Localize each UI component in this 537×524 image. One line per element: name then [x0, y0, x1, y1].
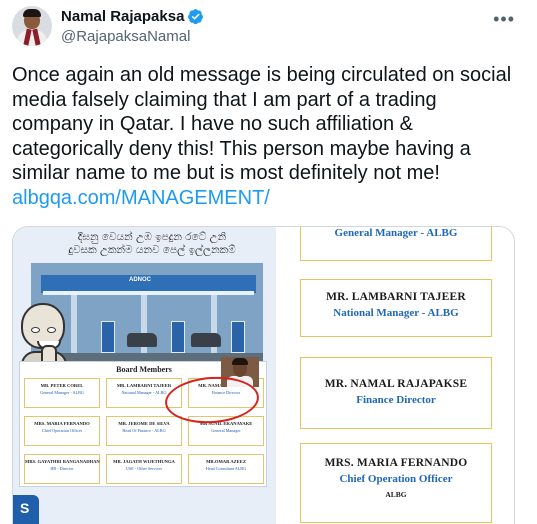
more-options-icon[interactable]: •••	[493, 10, 515, 28]
media-image-left[interactable]: දීඝනු වෙයන් උඹ ඉපදුන රටේ උනි දුවසක උකන්ම…	[13, 227, 276, 524]
management-card: General Manager - ALBG	[300, 227, 492, 261]
author-handle[interactable]: @RajapaksaNamal	[61, 28, 190, 45]
management-card: MR. LAMBARNI TAJEER National Manager - A…	[300, 279, 492, 337]
media-image-right[interactable]: General Manager - ALBG MR. LAMBARNI TAJE…	[278, 227, 514, 524]
station-brand: ADNOC	[129, 277, 151, 283]
verified-badge-icon	[188, 9, 204, 25]
tweet-text: Once again an old message is being circu…	[12, 64, 512, 184]
management-card-role: Finance Director	[356, 394, 436, 406]
management-card-name: MR. LAMBARNI TAJEER	[326, 291, 466, 303]
management-card-role: General Manager - ALBG	[334, 227, 458, 239]
author-name-row[interactable]: Namal Rajapaksa	[61, 8, 204, 25]
tweet-media[interactable]: දීඝනු වෙයන් උඹ ඉපදුන රටේ උනි දුවසක උකන්ම…	[12, 226, 515, 524]
board-member: MRS. GAYATHRI RANGANADHAN HR - Director	[24, 454, 100, 484]
tweet-link[interactable]: albgqa.com/MANAGEMENT/	[12, 186, 270, 210]
author-display-name[interactable]: Namal Rajapaksa	[61, 8, 184, 25]
sinhala-caption-line-1: දීඝනු වෙයන් උඹ ඉපදුන රටේ උනි	[77, 231, 227, 243]
board-member: MRS. MARIA FERNANDO Chief Operation Offi…	[24, 416, 100, 446]
corner-logo: S	[13, 495, 39, 524]
tweet: Namal Rajapaksa @RajapaksaNamal ••• Once…	[0, 0, 537, 524]
avatar[interactable]	[12, 6, 52, 46]
board-member: MR.OMAR AZEEZ Head Consultant ALBG	[188, 454, 264, 484]
management-card-name: MR. NAMAL RAJAPAKSE	[324, 378, 468, 390]
management-card-role: National Manager - ALBG	[333, 307, 459, 319]
board-member: MR. JAGATH WIJETHUNGA USE - Other Servic…	[106, 454, 182, 484]
board-member: MR. PETER COREL General Manager - ALBG	[24, 378, 100, 408]
board-member: MR. JEROME DE SILVA Head Of Finance - AL…	[106, 416, 182, 446]
management-card: MRS. MARIA FERNANDO Chief Operation Offi…	[300, 443, 492, 523]
management-card-name: MRS. MARIA FERNANDO	[324, 457, 468, 469]
sinhala-caption-line-2: දුවසක උකන්ම යනව පෙල් ඉල්ලනකම්	[68, 244, 236, 256]
management-card-role: Chief Operation Officer	[339, 473, 453, 485]
management-card: MR. NAMAL RAJAPAKSE Finance Director	[300, 357, 492, 429]
management-card-org: ALBG	[385, 490, 407, 499]
